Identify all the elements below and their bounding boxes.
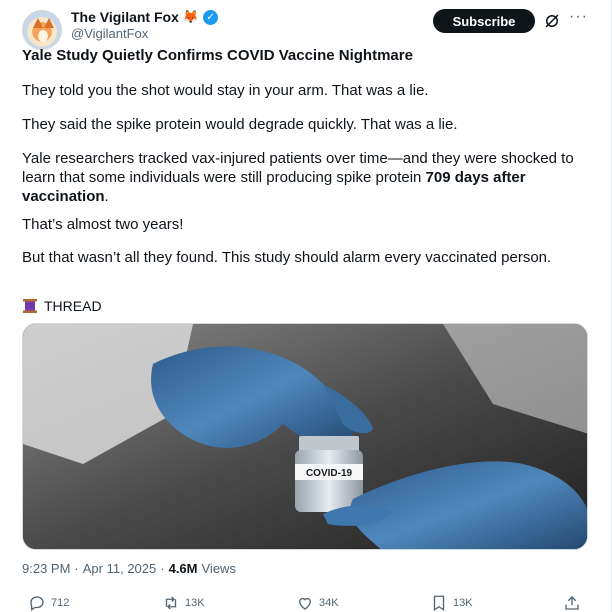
action-bar: 712 13K 34K 13K: [0, 592, 612, 612]
repost-button[interactable]: 13K: [162, 594, 205, 612]
reply-button[interactable]: 712: [28, 594, 69, 612]
grok-icon[interactable]: [543, 12, 561, 30]
vaccine-vial-photo: COVID-19: [23, 324, 587, 549]
post-date[interactable]: Apr 11, 2025: [83, 561, 156, 576]
post-paragraph-1: They told you the shot would stay in you…: [22, 82, 429, 99]
vial-label: COVID-19: [306, 468, 353, 479]
heart-icon: [299, 597, 311, 610]
fox-emoji-icon: 🦊: [182, 9, 200, 24]
bookmark-icon: [433, 595, 445, 612]
more-options-icon[interactable]: ···: [569, 8, 588, 26]
post-title: Yale Study Quietly Confirms COVID Vaccin…: [22, 47, 413, 64]
meta-separator: ·: [160, 561, 165, 576]
views-count: 4.6M: [168, 561, 198, 576]
post-image[interactable]: COVID-19: [22, 323, 588, 550]
repost-icon: [165, 596, 177, 610]
author-display-name[interactable]: The Vigilant Fox: [71, 9, 179, 25]
post-paragraph-3: Yale researchers tracked vax-injured pat…: [22, 149, 592, 206]
like-button[interactable]: 34K: [296, 594, 339, 612]
subscribe-button[interactable]: Subscribe: [433, 9, 535, 33]
post-card: The Vigilant Fox 🦊 ✓ @VigilantFox Subscr…: [0, 0, 612, 612]
author-handle[interactable]: @VigilantFox: [71, 26, 148, 41]
post-paragraph-4: That’s almost two years!: [22, 216, 184, 233]
thread-spool-icon: [23, 299, 37, 313]
thread-label: THREAD: [44, 298, 102, 314]
share-icon: [565, 596, 579, 610]
paragraph-3-end: .: [104, 188, 109, 205]
post-time[interactable]: 9:23 PM: [22, 561, 70, 576]
bookmark-button[interactable]: 13K: [430, 594, 473, 612]
post-paragraph-2: They said the spike protein would degrad…: [22, 116, 458, 133]
post-paragraph-5: But that wasn’t all they found. This stu…: [22, 249, 552, 266]
meta-separator: ·: [74, 561, 79, 576]
bookmark-count: 13K: [453, 597, 473, 609]
thread-label-row: THREAD: [22, 298, 102, 314]
post-meta: 9:23 PM · Apr 11, 2025 · 4.6M Views: [22, 561, 236, 576]
author-name-row[interactable]: The Vigilant Fox 🦊 ✓: [71, 9, 219, 25]
reply-icon: [30, 596, 44, 612]
author-avatar[interactable]: [22, 10, 62, 50]
reply-count: 712: [51, 597, 70, 609]
verified-badge-icon[interactable]: ✓: [203, 9, 219, 25]
views-label: Views: [201, 561, 236, 576]
like-count: 34K: [319, 597, 339, 609]
repost-count: 13K: [185, 597, 205, 609]
share-button[interactable]: [563, 594, 581, 612]
